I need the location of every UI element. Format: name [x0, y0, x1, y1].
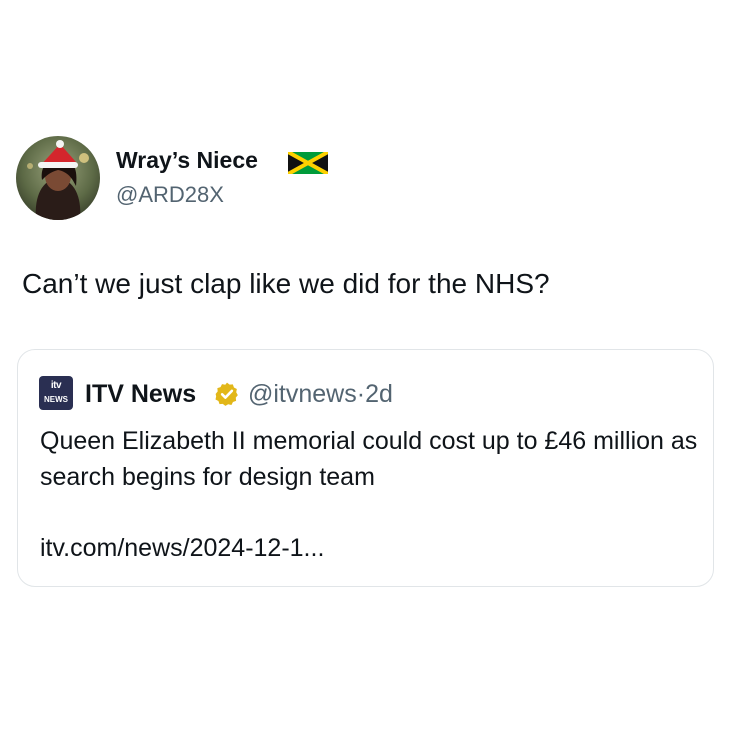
tweet-text: Can’t we just clap like we did for the N… — [22, 268, 550, 299]
quoted-tweet-link[interactable]: itv.com/news/2024-12-1... — [40, 530, 324, 566]
author-handle[interactable]: @ARD28X — [116, 180, 224, 210]
quoted-author-name[interactable]: ITV News — [85, 378, 196, 410]
itv-logo-top-text: itv — [50, 380, 62, 391]
author-display-name[interactable]: Wray’s Niece — [116, 145, 258, 175]
quoted-tweet-text: Queen Elizabeth II memorial could cost u… — [40, 427, 698, 491]
itv-news-logo[interactable]: itv NEWS — [39, 376, 73, 410]
itv-logo-bottom-text: NEWS — [44, 395, 68, 404]
avatar-image — [16, 136, 100, 220]
quoted-meta: @itvnews·2d — [248, 378, 393, 410]
tweet: Wray’s Niece @ARD28X Can’t we just clap … — [0, 0, 732, 732]
quoted-timestamp[interactable]: 2d — [365, 380, 393, 408]
avatar[interactable] — [16, 136, 100, 220]
quoted-handle[interactable]: @itvnews — [248, 380, 357, 408]
gold-verified-badge-icon — [215, 382, 238, 406]
meta-separator: · — [356, 380, 366, 408]
jamaica-flag-icon — [288, 152, 328, 174]
